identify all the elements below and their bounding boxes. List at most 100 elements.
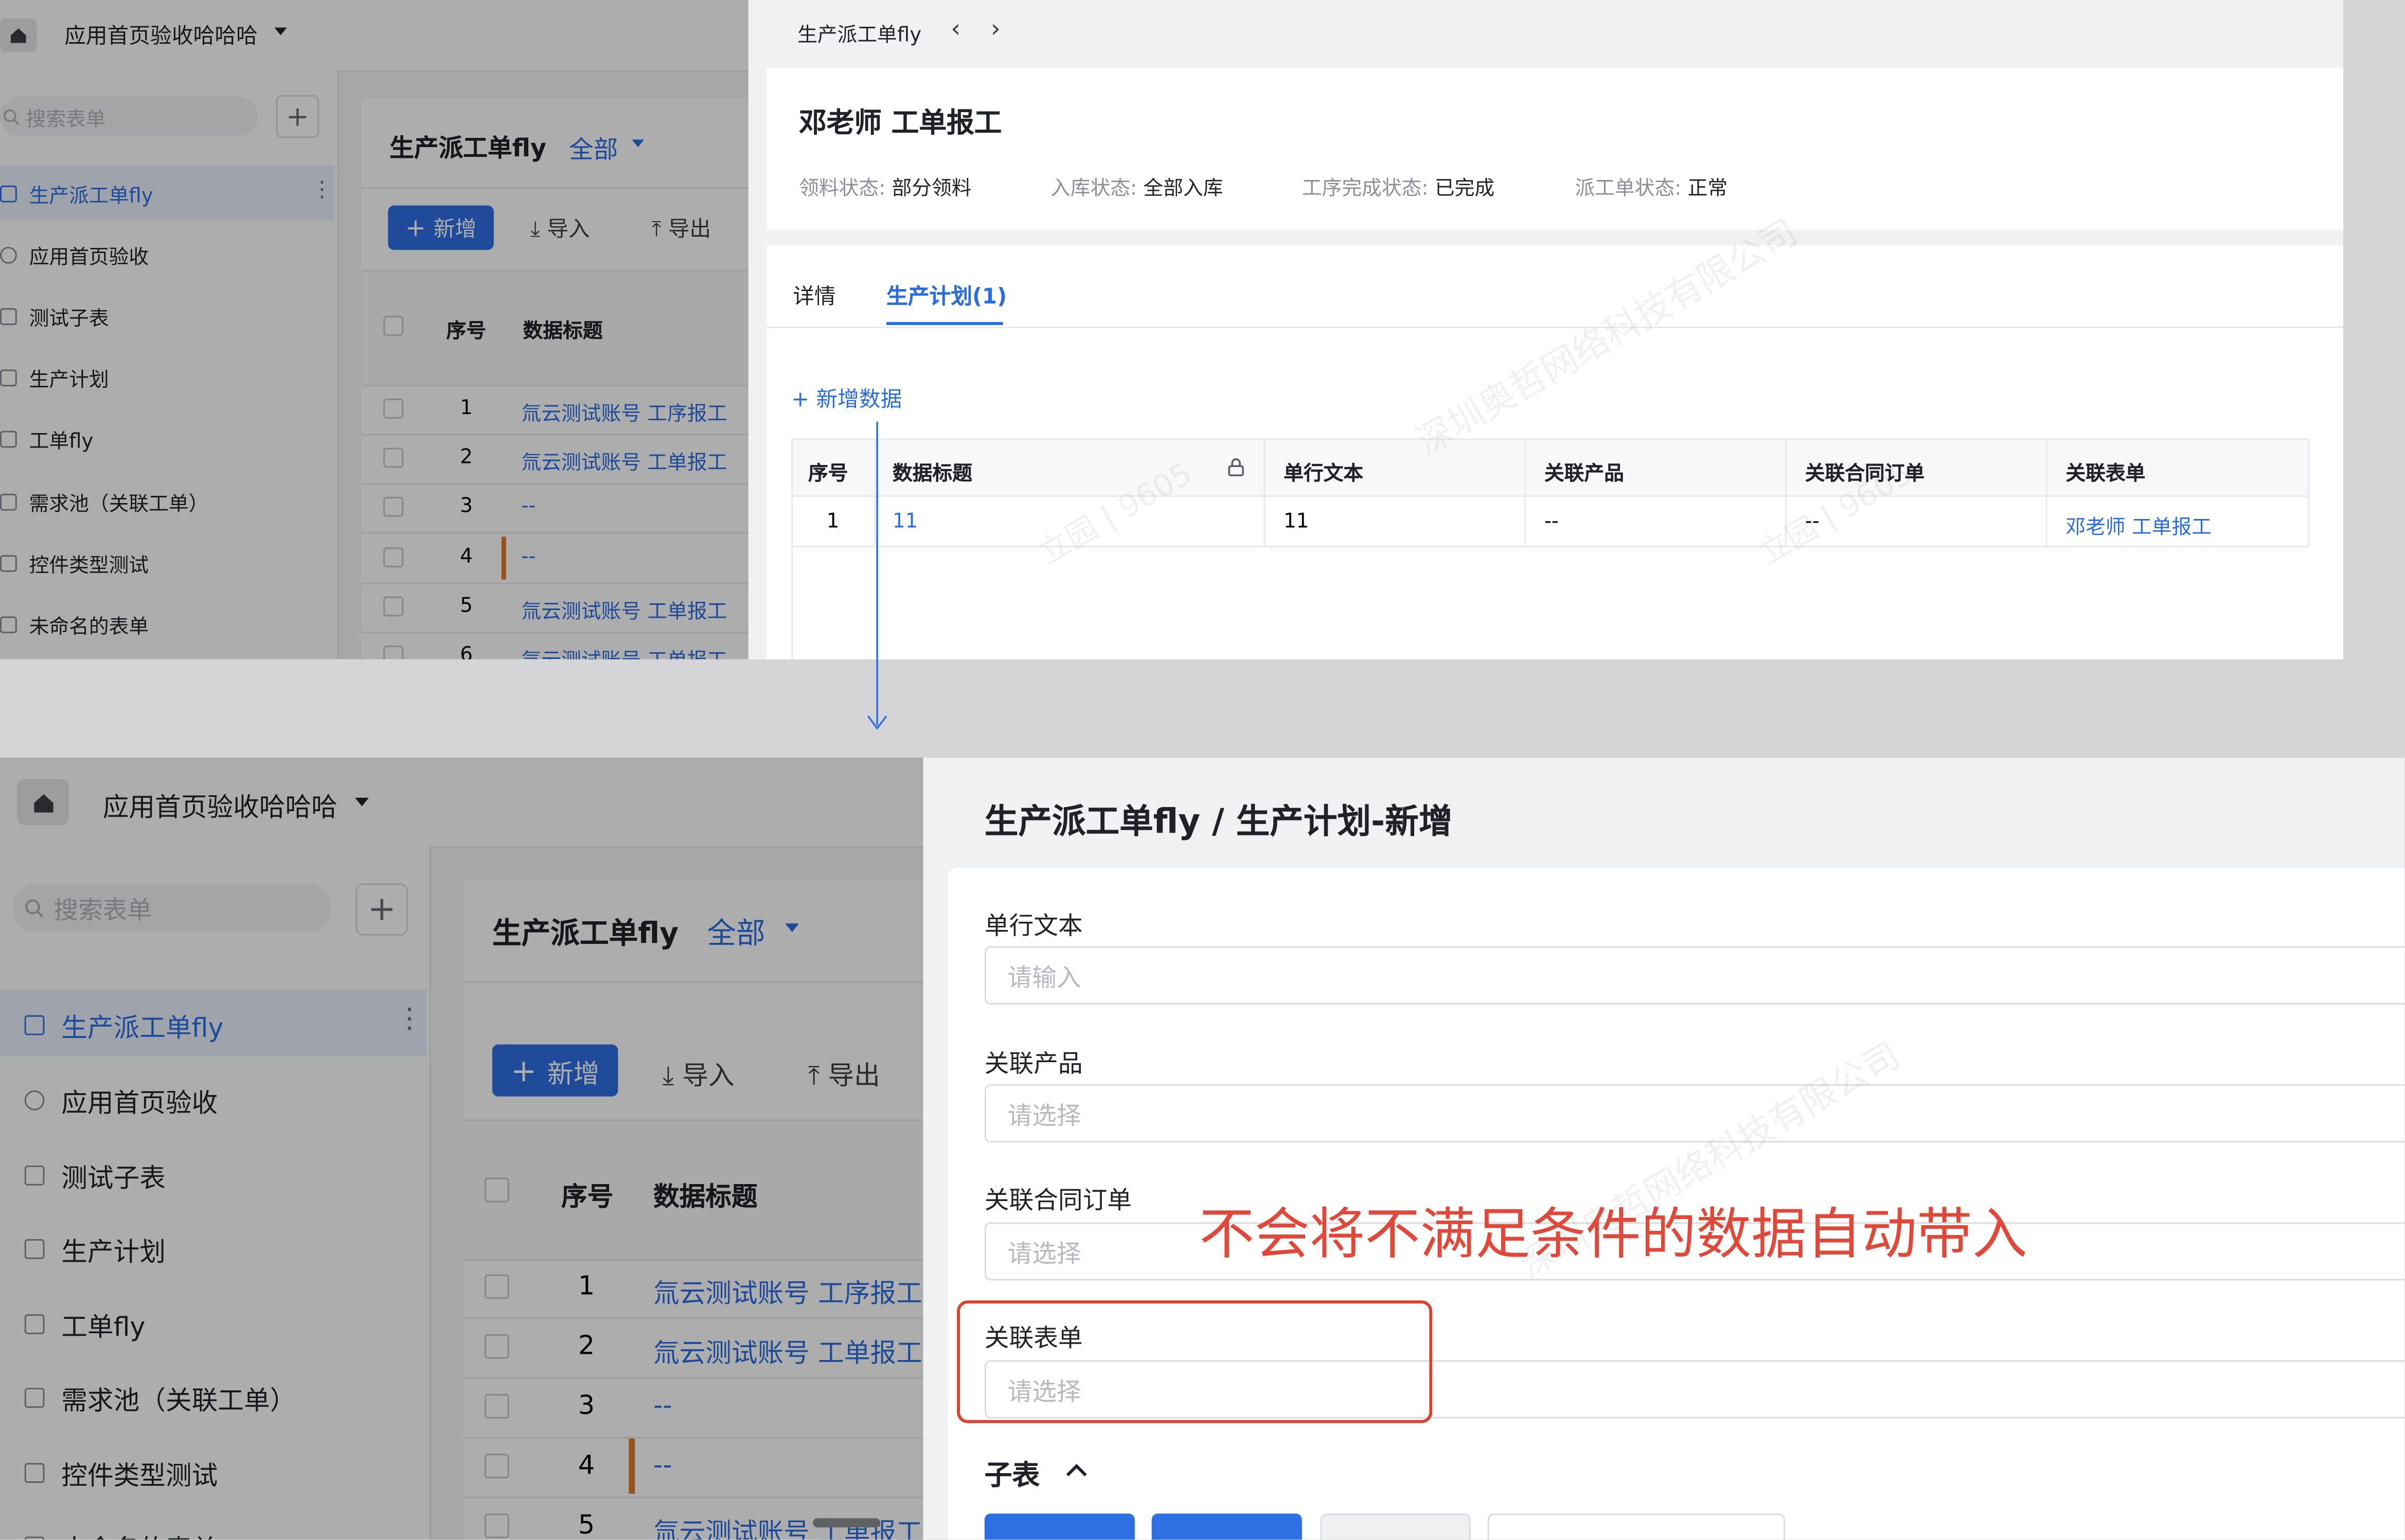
sidebar-item-1[interactable]: 应用首页验收: [24, 1073, 218, 1125]
sidebar-item-7[interactable]: 未命名的表单: [0, 598, 149, 650]
row-checkbox[interactable]: [383, 596, 404, 617]
sub-cell-title[interactable]: 11: [893, 511, 918, 534]
sidebar-item-6[interactable]: 控件类型测试: [24, 1446, 218, 1498]
row-status-marker: [629, 1438, 635, 1494]
sub-cell-text: 11: [1284, 510, 1309, 534]
export-button[interactable]: ⤒ 导出: [652, 213, 711, 244]
sidebar-item-2[interactable]: 测试子表: [0, 290, 109, 342]
sub-cell-contract: --: [1805, 510, 1820, 534]
subtable-filter-input[interactable]: [1487, 1513, 1785, 1540]
row-title-link[interactable]: 氚云测试账号 工单报工: [522, 595, 727, 624]
tab-production-plan[interactable]: 生产计划(1): [886, 281, 1007, 312]
sidebar-item-6[interactable]: 控件类型测试: [0, 536, 149, 588]
more-options-icon[interactable]: ⋮: [311, 178, 333, 203]
search-input[interactable]: 搜索表单: [0, 96, 258, 137]
select-all-checkbox[interactable]: [383, 316, 404, 336]
row-checkbox[interactable]: [484, 1274, 509, 1299]
col-seq: 序号: [561, 1182, 614, 1213]
import-button[interactable]: ⤓ 导入: [530, 213, 590, 244]
form-icon: [0, 554, 17, 571]
chevron-down-icon[interactable]: [353, 796, 371, 810]
app-title[interactable]: 应用首页验收哈哈哈: [103, 785, 337, 824]
sidebar-item-7[interactable]: 未命名的表单: [24, 1520, 218, 1540]
add-form-button[interactable]: +: [355, 883, 408, 936]
row-divider: [362, 434, 752, 436]
row-title-link[interactable]: 氚云测试账号 工序报工: [653, 1272, 922, 1310]
form-icon: [24, 1387, 45, 1407]
form-icon: [24, 1462, 45, 1482]
more-options-icon[interactable]: ⋮: [396, 1003, 423, 1035]
highlight-box: [957, 1300, 1433, 1423]
add-data-button[interactable]: + 新增数据: [791, 383, 902, 414]
sub-cell-form-link[interactable]: 邓老师 工单报工: [2065, 511, 2212, 540]
col-divider: [1263, 438, 1266, 546]
row-title-link[interactable]: 氚云测试账号 工单报工: [653, 1331, 922, 1370]
import-button[interactable]: ⤓ 导入: [663, 1053, 735, 1092]
scrollbar-thumb[interactable]: [812, 1518, 881, 1528]
row-checkbox[interactable]: [484, 1334, 509, 1359]
row-title-link[interactable]: --: [653, 1451, 672, 1481]
search-input[interactable]: 搜索表单: [12, 883, 331, 933]
upload-icon: ⤒: [808, 1061, 820, 1092]
row-checkbox[interactable]: [383, 646, 404, 659]
row-seq: 1: [460, 397, 473, 420]
tab-detail[interactable]: 详情: [793, 281, 835, 312]
chevron-down-icon[interactable]: [273, 26, 289, 39]
select-all-checkbox[interactable]: [484, 1177, 509, 1203]
sidebar-item-3[interactable]: 生产计划: [24, 1222, 166, 1274]
new-button[interactable]: + 新增: [388, 205, 494, 250]
form-icon: [0, 493, 17, 510]
caret-down-icon[interactable]: [785, 923, 799, 934]
sidebar-item-3[interactable]: 生产计划: [0, 351, 109, 403]
sidebar-item-5[interactable]: 需求池（关联工单）: [0, 475, 208, 527]
row-divider: [362, 632, 752, 634]
subtable-delete-button[interactable]: [1320, 1513, 1471, 1540]
divider: [463, 981, 927, 983]
view-filter[interactable]: 全部: [707, 911, 765, 952]
row-title-link[interactable]: --: [653, 1391, 672, 1422]
subtable-add-button[interactable]: [984, 1513, 1135, 1540]
sidebar-item-0[interactable]: 生产派工单fly: [0, 167, 153, 219]
col-divider: [791, 438, 793, 659]
sidebar-item-0[interactable]: 生产派工单fly: [24, 998, 224, 1050]
prev-icon[interactable]: ‹: [951, 14, 960, 43]
sidebar-item-1[interactable]: 应用首页验收: [0, 228, 149, 280]
row-title-link[interactable]: --: [522, 546, 536, 569]
related-product-select[interactable]: 请选择: [984, 1084, 2405, 1143]
row-title-link[interactable]: 氚云测试账号 工单报工: [522, 644, 727, 659]
row-checkbox[interactable]: [484, 1394, 509, 1419]
row-checkbox[interactable]: [383, 399, 404, 419]
row-title-link[interactable]: --: [522, 495, 536, 518]
sidebar-item-5[interactable]: 需求池（关联工单）: [24, 1371, 296, 1423]
row-checkbox[interactable]: [383, 447, 404, 468]
single-line-text-input[interactable]: 请输入: [984, 946, 2405, 1005]
row-title-link[interactable]: 氚云测试账号 工单报工: [522, 446, 727, 475]
detail-drawer: 生产派工单fly ‹ › 邓老师 工单报工 领料状态: 部分领料 入库状态: 全…: [748, 0, 2343, 659]
row-divider: [463, 1317, 927, 1319]
sidebar-item-4[interactable]: 工单fly: [24, 1297, 146, 1349]
form-icon: [24, 1535, 45, 1540]
add-form-button[interactable]: +: [276, 95, 319, 138]
sidebar-item-4[interactable]: 工单fly: [0, 413, 94, 464]
row-checkbox[interactable]: [383, 547, 404, 567]
row-divider: [362, 582, 752, 584]
home-icon[interactable]: [0, 18, 37, 52]
new-button[interactable]: + 新增: [492, 1044, 618, 1097]
row-title-link[interactable]: 氚云测试账号 工序报工: [522, 397, 727, 426]
row-seq: 5: [460, 595, 473, 618]
row-checkbox[interactable]: [383, 496, 404, 517]
sub-col-contract: 关联合同订单: [1805, 463, 1925, 486]
next-icon[interactable]: ›: [991, 14, 1001, 43]
row-checkbox[interactable]: [484, 1513, 509, 1538]
row-checkbox[interactable]: [484, 1454, 509, 1479]
home-icon[interactable]: [16, 779, 69, 826]
export-button[interactable]: ⤒ 导出: [808, 1053, 880, 1092]
sidebar-item-2[interactable]: 测试子表: [24, 1149, 166, 1201]
row-title-link[interactable]: 氚云测试账号 工单报工: [653, 1511, 922, 1540]
subtable-import-button[interactable]: [1151, 1513, 1302, 1540]
sub-col-seq: 序号: [808, 463, 848, 486]
caret-down-icon[interactable]: [632, 139, 645, 149]
chevron-up-icon[interactable]: [1066, 1463, 1088, 1478]
app-title[interactable]: 应用首页验收哈哈哈: [64, 20, 258, 51]
view-filter[interactable]: 全部: [569, 129, 618, 166]
